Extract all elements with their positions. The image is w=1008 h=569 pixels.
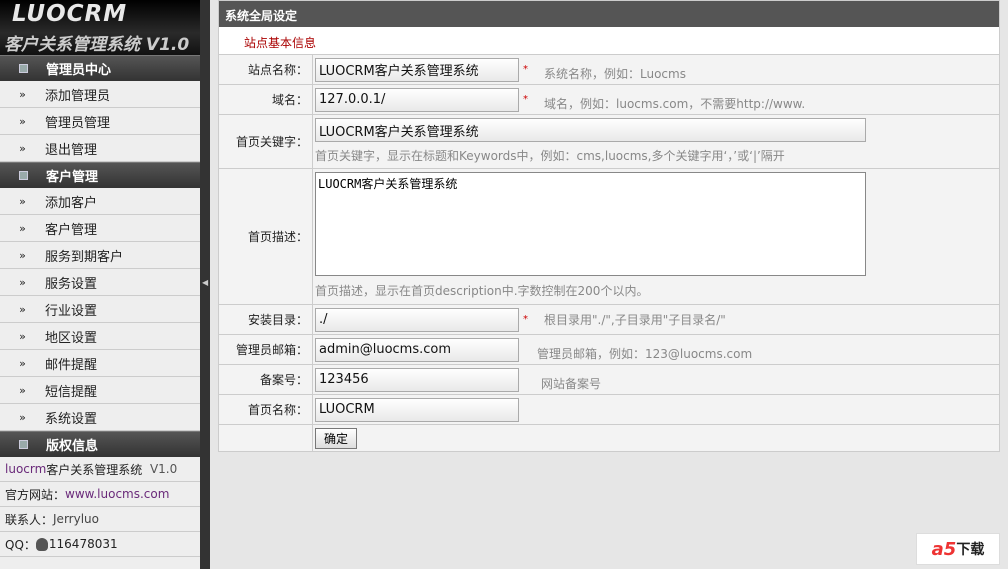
keywords-input[interactable] [315, 118, 866, 142]
settings-panel: 系统全局设定 站点基本信息 站点名称： *系统名称，例如：Luocms 域名： … [218, 0, 1000, 452]
watermark-logo: a5 下载 [916, 533, 1000, 565]
square-icon [19, 171, 28, 180]
sidebar-item-industry-settings[interactable]: » 行业设置 [0, 296, 200, 323]
arrow-icon: » [19, 275, 26, 289]
sidebar-item-service-settings[interactable]: » 服务设置 [0, 269, 200, 296]
sidebar-item-expired-customers[interactable]: » 服务到期客户 [0, 242, 200, 269]
sidebar-item-admin-manage[interactable]: » 管理员管理 [0, 108, 200, 135]
square-icon [19, 64, 28, 73]
row-description: 首页描述： LUOCRM客户关系管理系统 首页描述，显示在首页descriptio… [219, 169, 999, 305]
arrow-icon: » [19, 87, 26, 101]
arrow-icon: » [19, 329, 26, 343]
arrow-icon: » [19, 141, 26, 155]
home-name-input[interactable] [315, 397, 519, 422]
arrow-icon: » [19, 114, 26, 128]
group-copyright: 版权信息 [0, 431, 200, 457]
arrow-icon: » [19, 302, 26, 316]
arrow-icon: » [19, 248, 26, 262]
site-name-input[interactable] [315, 57, 519, 82]
arrow-icon: » [19, 221, 26, 235]
qq: QQ： 116478031 [0, 532, 200, 557]
admin-email-input[interactable] [315, 337, 519, 362]
sidebar-item-logout[interactable]: » 退出管理 [0, 135, 200, 162]
contact: 联系人： Jerryluo [0, 507, 200, 532]
official-site: 官方网站： www.luocms.com [0, 482, 200, 507]
sidebar-item-sms-reminder[interactable]: » 短信提醒 [0, 377, 200, 404]
install-dir-input[interactable] [315, 307, 519, 332]
logo: LUOCRM 客户关系管理系统 V1.0 [0, 0, 200, 55]
sidebar-item-customer-manage[interactable]: » 客户管理 [0, 215, 200, 242]
icp-input[interactable] [315, 367, 519, 392]
sidebar: LUOCRM 客户关系管理系统 V1.0 管理员中心 » 添加管理员 » 管理员管理… [0, 0, 200, 569]
panel-title: 系统全局设定 [219, 1, 999, 27]
group-customer-manage[interactable]: 客户管理 [0, 162, 200, 188]
row-admin-email: 管理员邮箱： 管理员邮箱，例如：123@luocms.com [219, 335, 999, 365]
submit-button[interactable]: 确定 [315, 427, 358, 449]
domain-input[interactable] [315, 87, 519, 112]
row-domain: 域名： *域名，例如：luocms.com，不需要http://www. [219, 85, 999, 115]
arrow-icon: » [19, 356, 26, 370]
row-site-name: 站点名称： *系统名称，例如：Luocms [219, 55, 999, 85]
collapse-arrow-icon: ◀ [202, 278, 209, 287]
group-admin-center[interactable]: 管理员中心 [0, 55, 200, 81]
sidebar-item-region-settings[interactable]: » 地区设置 [0, 323, 200, 350]
arrow-icon: » [19, 383, 26, 397]
site-link[interactable]: www.luocms.com [65, 487, 169, 501]
sidebar-toggle[interactable]: ◀ [200, 0, 210, 569]
sidebar-item-add-admin[interactable]: » 添加管理员 [0, 81, 200, 108]
section-title: 站点基本信息 [219, 27, 999, 55]
row-install-dir: 安装目录： *根目录用"./",子目录用"子目录名/" [219, 305, 999, 335]
sidebar-item-system-settings[interactable]: » 系统设置 [0, 404, 200, 431]
arrow-icon: » [19, 194, 26, 208]
row-keywords: 首页关键字： 首页关键字，显示在标题和Keywords中，例如：cms,luoc… [219, 115, 999, 169]
row-icp: 备案号： 网站备案号 [219, 365, 999, 395]
row-submit: 确定 [219, 425, 999, 451]
row-home-name: 首页名称： [219, 395, 999, 425]
product-info: luocrm 客户关系管理系统 V1.0 [0, 457, 200, 482]
sidebar-item-email-reminder[interactable]: » 邮件提醒 [0, 350, 200, 377]
description-textarea[interactable]: LUOCRM客户关系管理系统 [315, 172, 866, 276]
square-icon [19, 440, 28, 449]
arrow-icon: » [19, 410, 26, 424]
sidebar-item-add-customer[interactable]: » 添加客户 [0, 188, 200, 215]
qq-penguin-icon[interactable] [35, 537, 48, 551]
